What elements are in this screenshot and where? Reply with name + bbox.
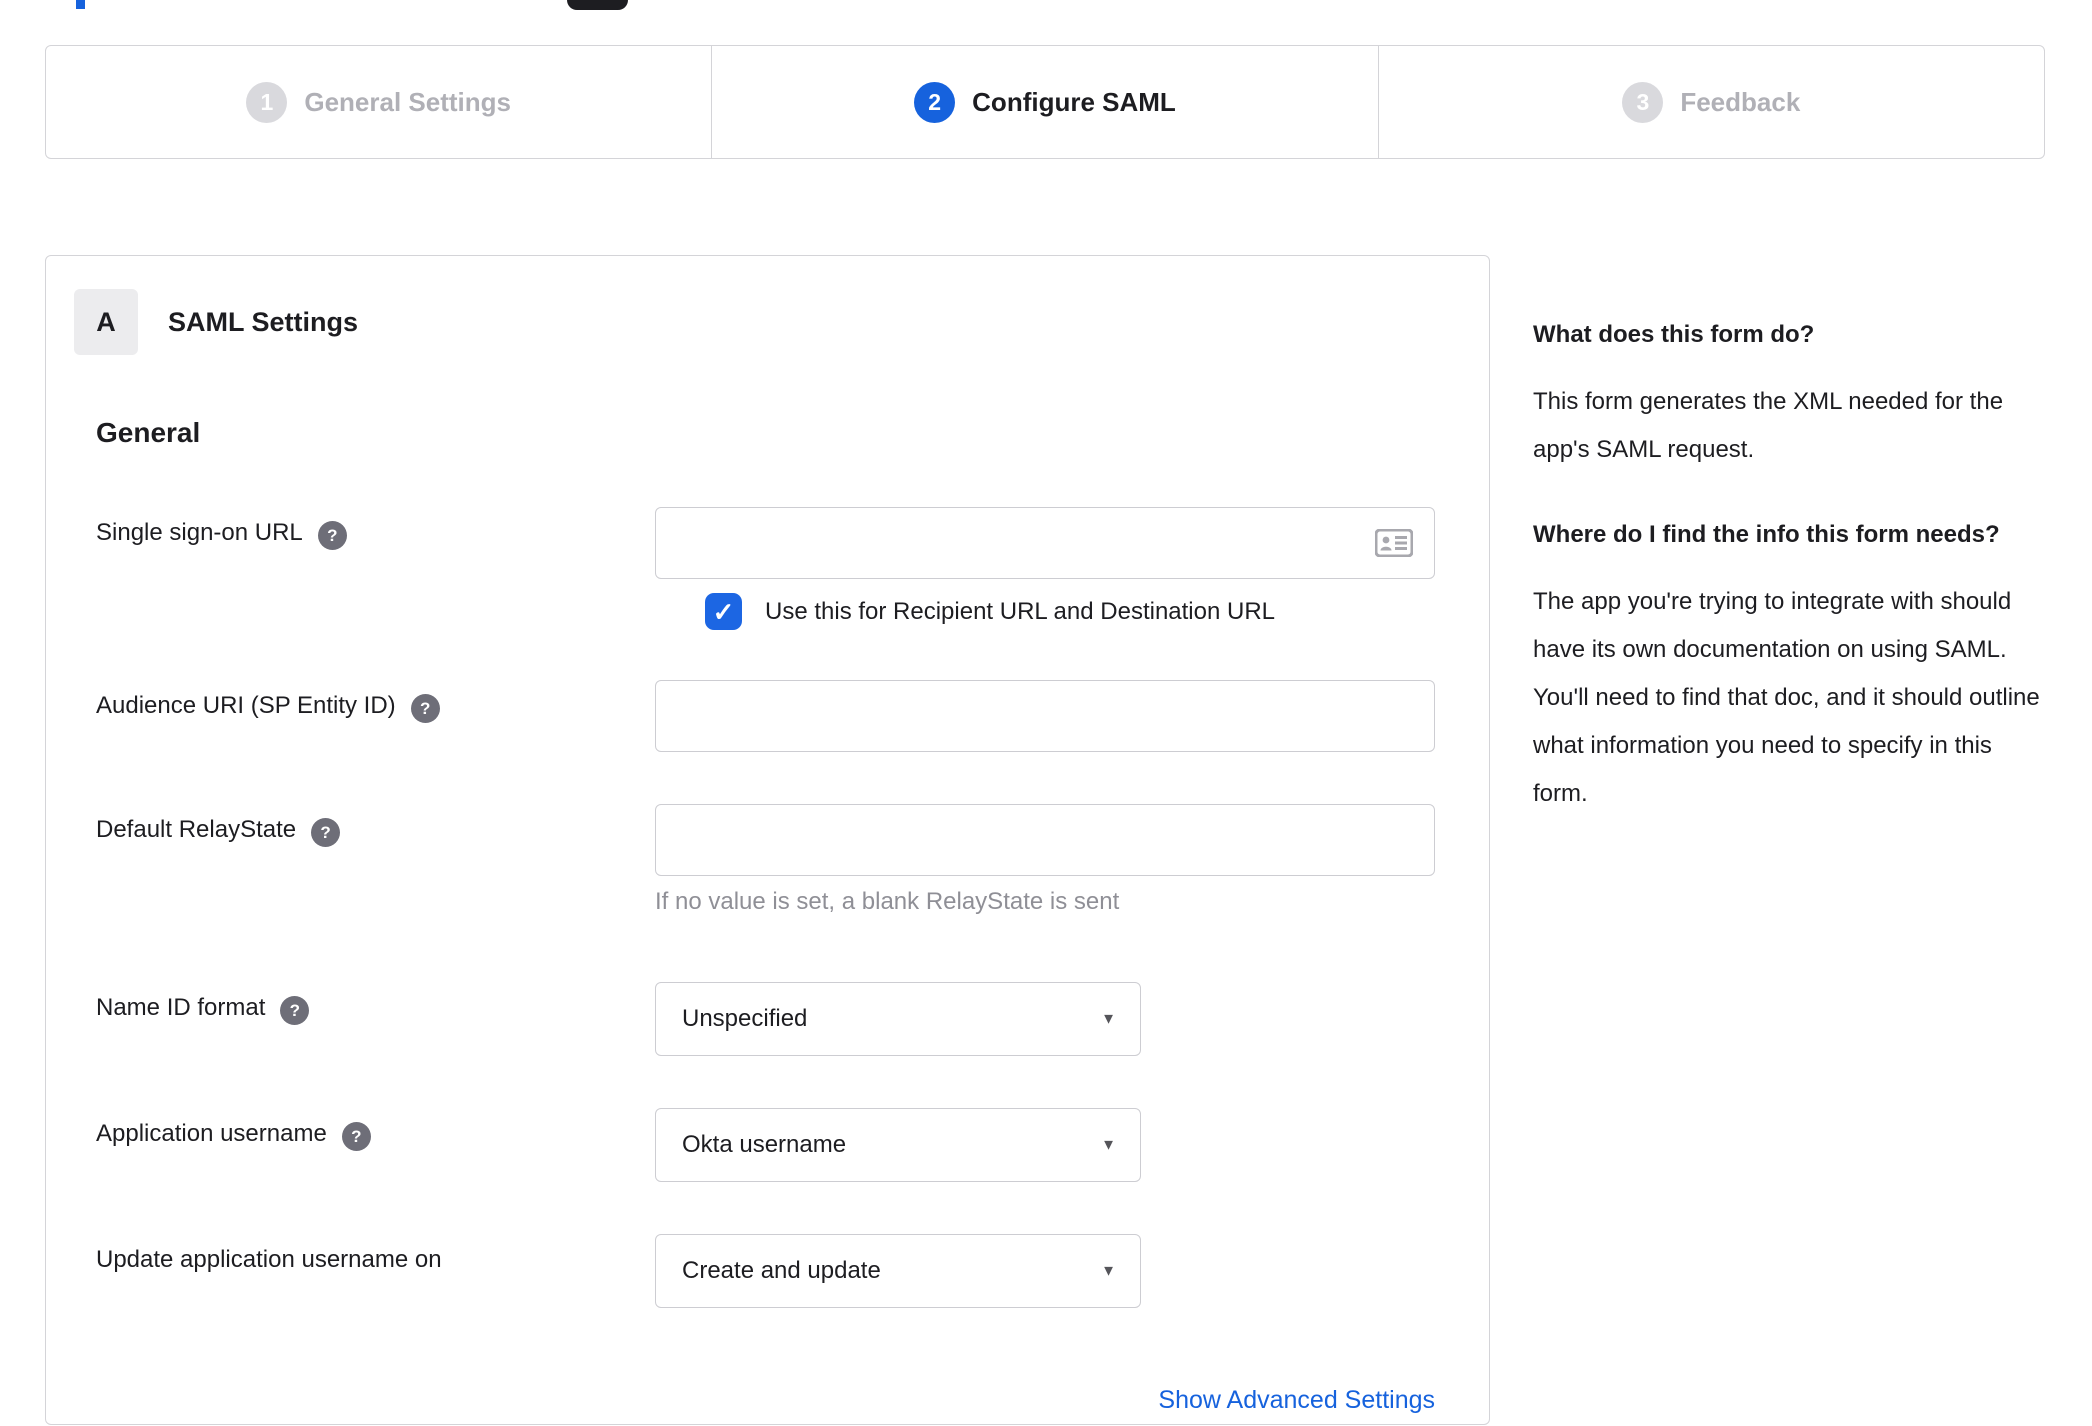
field-label-text: Audience URI (SP Entity ID) <box>96 692 396 719</box>
help-icon[interactable]: ? <box>311 818 341 847</box>
cutoff-dark-fragment <box>567 0 628 10</box>
stepper-step-configure-saml[interactable]: 2 Configure SAML <box>711 46 1377 158</box>
form-row-single-sign-on-url: Single sign-on URL ? <box>46 507 1489 579</box>
selected-value: Unspecified <box>682 1005 808 1032</box>
field-control <box>655 680 1435 752</box>
application-username-select[interactable]: Okta username ▼ <box>655 1108 1141 1182</box>
selected-value: Create and update <box>682 1257 881 1284</box>
step-label: General Settings <box>304 86 511 117</box>
checkbox-label[interactable]: Use this for Recipient URL and Destinati… <box>765 598 1275 626</box>
audience-uri-input[interactable] <box>655 680 1435 752</box>
field-label: Single sign-on URL ? <box>96 507 655 579</box>
selected-value: Okta username <box>682 1131 847 1158</box>
field-label: Application username ? <box>96 1108 655 1182</box>
field-label: Audience URI (SP Entity ID) ? <box>96 680 655 752</box>
field-control: Unspecified ▼ <box>655 982 1141 1056</box>
dropdown-arrow-icon: ▼ <box>1101 1136 1116 1154</box>
form-row-name-id-format: Name ID format ? Unspecified ▼ <box>46 982 1489 1056</box>
field-label-text: Application username <box>96 1120 327 1147</box>
field-label: Default RelayState ? <box>96 804 655 916</box>
step-number-badge: 1 <box>246 81 288 123</box>
wizard-stepper: 1 General Settings 2 Configure SAML 3 Fe… <box>45 45 2045 159</box>
sidebar-answer-2: The app you're trying to integrate with … <box>1533 588 2040 807</box>
sso-url-input[interactable] <box>655 507 1435 579</box>
form-row-audience-uri: Audience URI (SP Entity ID) ? <box>46 680 1489 752</box>
checkmark-icon: ✓ <box>712 596 735 627</box>
sidebar-question-2: Where do I find the info this form needs… <box>1533 521 2000 548</box>
relay-state-hint: If no value is set, a blank RelayState i… <box>655 888 1120 915</box>
step-number-badge: 3 <box>1622 81 1664 123</box>
dropdown-arrow-icon: ▼ <box>1101 1010 1116 1028</box>
panel-header: A SAML Settings <box>46 289 1489 355</box>
stepper-step-feedback[interactable]: 3 Feedback <box>1377 46 2044 158</box>
general-section-heading: General <box>96 417 201 448</box>
field-control: If no value is set, a blank RelayState i… <box>655 804 1435 916</box>
show-advanced-settings-link[interactable]: Show Advanced Settings <box>1158 1386 1435 1414</box>
field-label-text: Name ID format <box>96 994 266 1021</box>
field-label-text: Default RelayState <box>96 816 297 843</box>
field-label: Update application username on <box>96 1234 655 1308</box>
update-username-select[interactable]: Create and update ▼ <box>655 1234 1141 1308</box>
dropdown-arrow-icon: ▼ <box>1101 1262 1116 1280</box>
help-icon[interactable]: ? <box>410 694 440 723</box>
name-id-format-select[interactable]: Unspecified ▼ <box>655 982 1141 1056</box>
help-icon[interactable]: ? <box>280 996 310 1025</box>
saml-settings-panel: A SAML Settings General Single sign-on U… <box>45 255 1490 1425</box>
field-control: Okta username ▼ <box>655 1108 1141 1182</box>
step-label: Feedback <box>1680 86 1801 117</box>
field-label-text: Update application username on <box>96 1246 442 1273</box>
field-label-text: Single sign-on URL <box>96 519 303 546</box>
recipient-url-checkbox[interactable]: ✓ <box>705 593 742 630</box>
field-control: Create and update ▼ <box>655 1234 1141 1308</box>
panel-title: SAML Settings <box>168 306 359 337</box>
help-sidebar: What does this form do? This form genera… <box>1533 318 2041 818</box>
help-icon[interactable]: ? <box>341 1122 371 1151</box>
relay-state-input[interactable] <box>655 804 1435 876</box>
form-row-application-username: Application username ? Okta username ▼ <box>46 1108 1489 1182</box>
field-control <box>655 507 1435 579</box>
step-number-badge: 2 <box>914 81 956 123</box>
recipient-url-checkbox-row: ✓ Use this for Recipient URL and Destina… <box>46 593 1489 630</box>
stepper-step-general-settings[interactable]: 1 General Settings <box>46 46 711 158</box>
advanced-settings-row: Show Advanced Settings <box>46 1386 1489 1415</box>
sidebar-question-1: What does this form do? <box>1533 321 1815 348</box>
sidebar-answer-1: This form generates the XML needed for t… <box>1533 388 2004 463</box>
form-row-default-relaystate: Default RelayState ? If no value is set,… <box>46 804 1489 916</box>
form-row-update-username: Update application username on Create an… <box>46 1234 1489 1308</box>
cutoff-blue-fragment <box>76 0 85 9</box>
section-a-badge: A <box>74 289 138 355</box>
contact-card-icon <box>1375 529 1413 557</box>
field-label: Name ID format ? <box>96 982 655 1056</box>
help-icon[interactable]: ? <box>317 521 347 550</box>
step-label: Configure SAML <box>972 86 1176 117</box>
